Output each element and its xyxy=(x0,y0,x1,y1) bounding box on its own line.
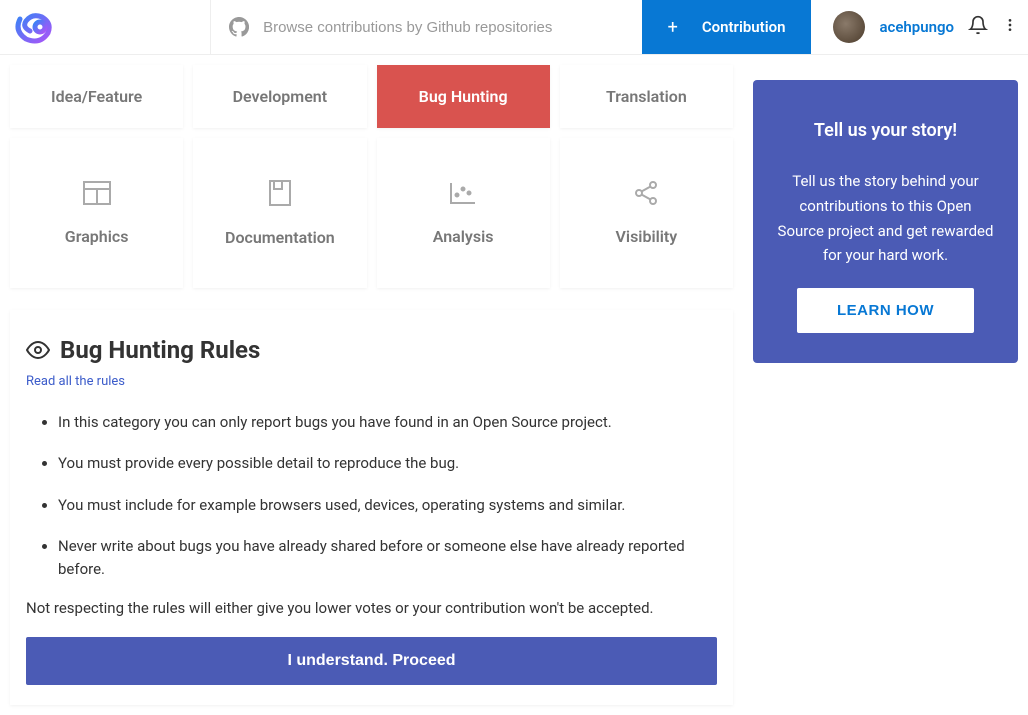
left-column: Idea/Feature Development Bug Hunting Tra… xyxy=(10,65,733,705)
github-icon xyxy=(229,16,249,38)
story-title: Tell us your story! xyxy=(777,120,994,141)
proceed-button[interactable]: I understand. Proceed xyxy=(26,637,717,685)
category-graphics[interactable]: Graphics xyxy=(10,138,183,288)
learn-how-button[interactable]: LEARN HOW xyxy=(797,288,974,333)
category-translation[interactable]: Translation xyxy=(560,65,733,128)
category-analysis[interactable]: Analysis xyxy=(377,138,550,288)
category-bug-hunting[interactable]: Bug Hunting xyxy=(377,65,550,128)
bell-icon[interactable] xyxy=(968,15,988,39)
read-all-rules-link[interactable]: Read all the rules xyxy=(26,374,125,389)
category-idea-feature[interactable]: Idea/Feature xyxy=(10,65,183,128)
more-icon[interactable] xyxy=(1002,17,1018,37)
rule-item: In this category you can only report bug… xyxy=(58,411,717,434)
window-icon xyxy=(83,181,111,209)
search-input[interactable] xyxy=(263,19,624,36)
avatar[interactable] xyxy=(833,11,865,43)
rules-warning: Not respecting the rules will either giv… xyxy=(26,599,717,617)
search-area xyxy=(210,0,642,54)
logo-area[interactable] xyxy=(0,7,210,47)
eye-icon xyxy=(26,338,50,362)
share-icon xyxy=(633,181,659,209)
rules-card: Bug Hunting Rules Read all the rules In … xyxy=(10,310,733,705)
category-documentation[interactable]: Documentation xyxy=(193,138,366,288)
plus-icon: + xyxy=(668,17,678,38)
logo-icon xyxy=(12,7,52,47)
category-development[interactable]: Development xyxy=(193,65,366,128)
category-visibility[interactable]: Visibility xyxy=(560,138,733,288)
main-content: Idea/Feature Development Bug Hunting Tra… xyxy=(0,55,1028,715)
rules-list: In this category you can only report bug… xyxy=(26,411,717,581)
right-column: Tell us your story! Tell us the story be… xyxy=(753,65,1018,363)
contribution-button[interactable]: + Contribution xyxy=(642,0,812,54)
story-card: Tell us your story! Tell us the story be… xyxy=(753,80,1018,363)
rule-item: You must provide every possible detail t… xyxy=(58,452,717,475)
contribution-label: Contribution xyxy=(702,18,786,36)
rules-title: Bug Hunting Rules xyxy=(60,336,260,364)
book-icon xyxy=(268,180,292,210)
rule-item: Never write about bugs you have already … xyxy=(58,535,717,582)
top-bar: + Contribution acehpungo xyxy=(0,0,1028,55)
chart-icon xyxy=(449,181,477,209)
username[interactable]: acehpungo xyxy=(879,18,954,36)
rules-title-row: Bug Hunting Rules xyxy=(26,336,717,364)
user-area: acehpungo xyxy=(811,11,1028,43)
story-text: Tell us the story behind your contributi… xyxy=(777,169,994,268)
category-grid: Idea/Feature Development Bug Hunting Tra… xyxy=(10,65,733,288)
rule-item: You must include for example browsers us… xyxy=(58,494,717,517)
